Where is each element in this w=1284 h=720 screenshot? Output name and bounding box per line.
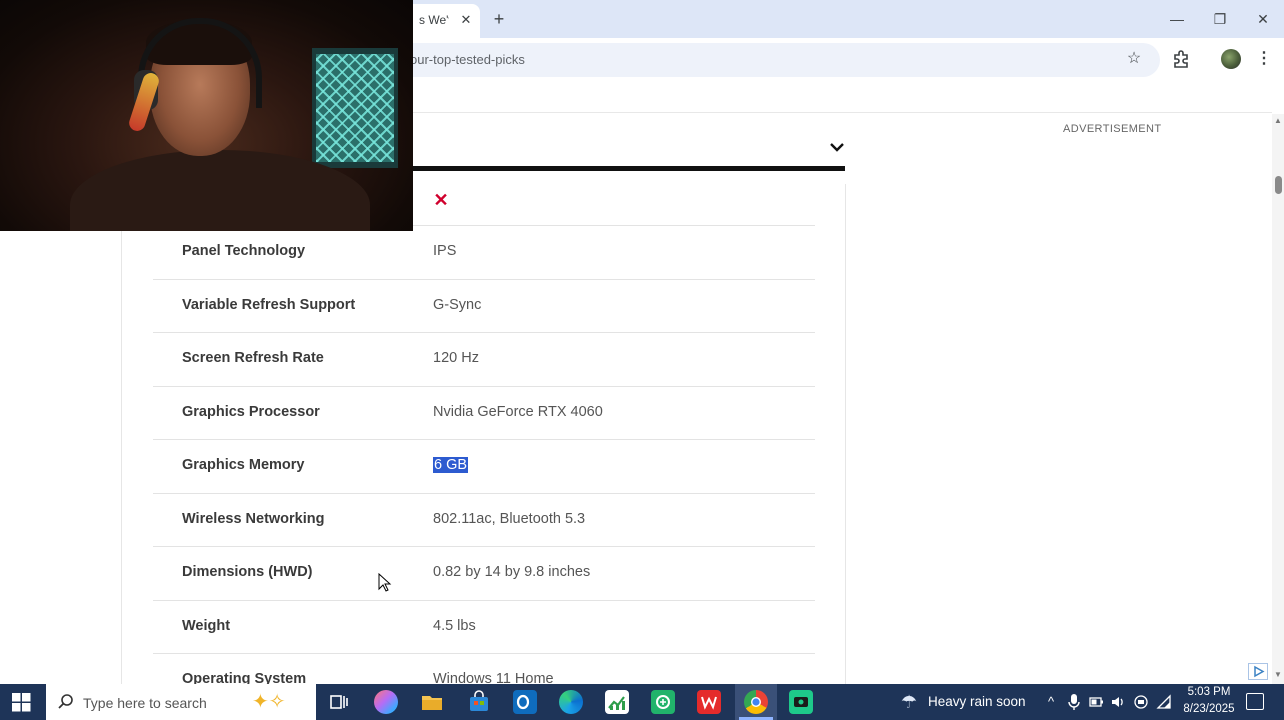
- table-row: Variable Refresh Support G-Sync: [153, 278, 815, 333]
- wps-office-icon[interactable]: [697, 690, 721, 714]
- clock-time[interactable]: 5:03 PM: [1176, 686, 1242, 698]
- chevron-down-icon[interactable]: [828, 138, 846, 156]
- specs-table: Panel Technology IPS Variable Refresh Su…: [153, 225, 815, 707]
- advertisement-label: ADVERTISEMENT: [1063, 123, 1162, 135]
- chrome-icon[interactable]: [744, 690, 768, 714]
- spec-label: Screen Refresh Rate: [182, 350, 324, 366]
- table-row: Panel Technology IPS: [153, 225, 815, 279]
- table-row: Dimensions (HWD) 0.82 by 14 by 9.8 inche…: [153, 546, 815, 600]
- divider: [845, 184, 846, 684]
- microphone-icon[interactable]: [1066, 693, 1082, 711]
- table-row: Graphics Processor Nvidia GeForce RTX 40…: [153, 385, 815, 440]
- close-icon[interactable]: ✕: [432, 190, 450, 210]
- table-row: Wireless Networking 802.11ac, Bluetooth …: [153, 492, 815, 547]
- extensions-icon[interactable]: [1171, 49, 1191, 69]
- mouse-cursor-icon: [378, 572, 392, 593]
- new-tab-icon[interactable]: +: [488, 8, 510, 30]
- wifi-icon[interactable]: [1156, 693, 1172, 711]
- browser-menu-icon[interactable]: ⋮: [1256, 47, 1272, 71]
- section-header-bar: [412, 166, 845, 171]
- restore-icon[interactable]: ❐: [1206, 5, 1234, 33]
- table-row: Weight 4.5 lbs: [153, 599, 815, 654]
- outlook-icon[interactable]: [513, 690, 537, 714]
- spec-label: Variable Refresh Support: [182, 296, 356, 313]
- webcam-overlay: [0, 0, 413, 231]
- scrollbar-thumb[interactable]: [1275, 176, 1282, 194]
- address-url: our-top-tested-picks: [410, 52, 525, 67]
- spec-value: 120 Hz: [433, 350, 479, 366]
- screen-recorder-icon[interactable]: [789, 690, 813, 714]
- browser-tab[interactable]: s We'v ✕: [405, 4, 480, 38]
- search-icon: [57, 693, 75, 711]
- windows-taskbar: Type here to search ✦✧ ☂ Heavy rain soon…: [0, 684, 1284, 720]
- close-window-icon[interactable]: ✕: [1249, 5, 1277, 33]
- scroll-down-icon[interactable]: ▼: [1272, 670, 1284, 680]
- clock-date[interactable]: 8/23/2025: [1176, 703, 1242, 715]
- microsoft-store-icon[interactable]: [467, 690, 491, 714]
- spec-label: Weight: [182, 617, 231, 634]
- spec-label: Dimensions (HWD): [182, 564, 313, 580]
- ad-choices-icon[interactable]: [1248, 663, 1268, 680]
- task-view-icon[interactable]: [327, 690, 351, 714]
- tab-title: s We'v: [419, 13, 449, 27]
- weather-text[interactable]: Heavy rain soon: [928, 694, 1026, 709]
- address-bar[interactable]: our-top-tested-picks: [390, 43, 1160, 77]
- spec-value: 802.11ac, Bluetooth 5.3: [433, 510, 586, 527]
- search-placeholder: Type here to search: [83, 695, 207, 711]
- battery-icon[interactable]: [1088, 693, 1104, 711]
- spec-value: Nvidia GeForce RTX 4060: [433, 403, 603, 420]
- divider: [121, 184, 122, 684]
- tray-chevron-icon[interactable]: ^: [1043, 693, 1059, 711]
- spec-value: 0.82 by 14 by 9.8 inches: [433, 564, 591, 580]
- scroll-up-icon[interactable]: ▲: [1272, 116, 1284, 126]
- page-scrollbar[interactable]: ▲ ▼: [1272, 114, 1284, 684]
- edge-browser-icon[interactable]: [559, 690, 583, 714]
- bookmark-star-icon[interactable]: ☆: [1124, 49, 1144, 69]
- notification-center-icon[interactable]: [1246, 693, 1264, 710]
- spec-label: Wireless Networking: [182, 510, 325, 527]
- tab-close-icon[interactable]: ✕: [457, 11, 475, 29]
- weather-rain-icon[interactable]: ☂: [897, 690, 921, 714]
- search-highlight-icon: ✦✧: [252, 691, 286, 713]
- table-row: Screen Refresh Rate 120 Hz: [153, 332, 815, 386]
- webcam-window-grille: [316, 54, 394, 162]
- minimize-icon[interactable]: —: [1163, 5, 1191, 33]
- spec-label: Graphics Memory: [182, 457, 305, 473]
- stock-app-icon[interactable]: [605, 690, 629, 714]
- spec-label: Graphics Processor: [182, 403, 320, 420]
- volume-icon[interactable]: [1110, 693, 1126, 711]
- spec-value: 4.5 lbs: [433, 617, 476, 634]
- profile-avatar[interactable]: [1221, 49, 1241, 69]
- spec-value: IPS: [433, 243, 457, 259]
- taskbar-search-box[interactable]: Type here to search ✦✧: [46, 684, 316, 720]
- green-app-icon[interactable]: [651, 690, 675, 714]
- file-explorer-icon[interactable]: [420, 690, 444, 714]
- spec-value: G-Sync: [433, 296, 482, 313]
- meet-now-icon[interactable]: [1133, 693, 1149, 711]
- spec-value-selected: 6 GB: [433, 457, 469, 473]
- table-row: Graphics Memory 6 GB: [153, 439, 815, 493]
- copilot-icon[interactable]: [374, 690, 398, 714]
- screen: s We'v ✕ + — ❐ ✕ our-top-tested-picks ☆ …: [0, 0, 1284, 720]
- windows-start-icon[interactable]: [12, 693, 31, 712]
- spec-label: Panel Technology: [182, 243, 306, 259]
